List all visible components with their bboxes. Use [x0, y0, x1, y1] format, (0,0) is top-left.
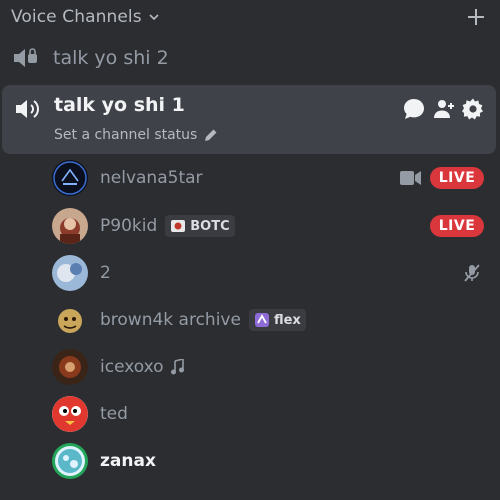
mic-muted-icon	[464, 264, 480, 282]
speaker-locked-icon	[14, 48, 37, 67]
gear-icon[interactable]	[461, 97, 485, 121]
avatar	[52, 208, 88, 244]
invite-icon[interactable]	[432, 97, 456, 121]
live-badge: LIVE	[430, 215, 484, 237]
guild-tag: BOTC	[165, 215, 235, 237]
voice-channels-header[interactable]: Voice Channels	[11, 4, 490, 30]
channel-talk-yo-shi-1[interactable]: talk yo shi 1 Set a channel status	[2, 85, 496, 154]
voice-user-nelvana5tar[interactable]: nelvana5tar LIVE	[52, 158, 492, 198]
avatar	[52, 349, 88, 385]
music-note-icon	[170, 359, 184, 375]
avatar	[52, 160, 88, 196]
username: brown4k archive	[100, 310, 241, 330]
status-placeholder: Set a channel status	[54, 127, 198, 143]
video-camera-icon	[400, 171, 421, 185]
guild-tag-label: BOTC	[190, 218, 230, 234]
guild-tag-icon	[254, 313, 269, 327]
live-badge: LIVE	[430, 167, 484, 189]
username: icexoxo	[100, 357, 164, 377]
username: zanax	[100, 451, 156, 471]
plus-icon[interactable]	[466, 7, 486, 27]
username: 2	[100, 263, 111, 283]
category-label: Voice Channels	[11, 7, 142, 27]
voice-user-ted[interactable]: ted	[52, 394, 492, 434]
guild-tag-icon	[171, 220, 186, 232]
voice-user-2[interactable]: 2	[52, 253, 492, 293]
avatar	[52, 302, 88, 338]
avatar	[52, 443, 88, 479]
channel-name: talk yo shi 2	[53, 47, 169, 69]
chevron-down-icon	[149, 14, 159, 21]
chat-icon[interactable]	[402, 97, 426, 121]
avatar	[52, 255, 88, 291]
speaker-icon	[16, 100, 39, 118]
voice-user-brown4k-archive[interactable]: brown4k archive flex	[52, 300, 492, 340]
username: P90kid	[100, 216, 158, 236]
pencil-icon	[205, 129, 217, 141]
username: nelvana5tar	[100, 168, 203, 188]
channel-talk-yo-shi-2[interactable]: talk yo shi 2	[12, 41, 488, 75]
avatar	[52, 396, 88, 432]
voice-user-p90kid[interactable]: P90kid BOTC LIVE	[52, 206, 492, 246]
channel-name: talk yo shi 1	[54, 94, 185, 116]
guild-tag-label: flex	[273, 312, 301, 328]
voice-user-icexoxo[interactable]: icexoxo	[52, 347, 492, 387]
username: ted	[100, 404, 128, 424]
set-channel-status[interactable]: Set a channel status	[54, 127, 218, 143]
guild-tag: flex	[248, 309, 306, 331]
voice-user-zanax[interactable]: zanax	[52, 441, 492, 481]
